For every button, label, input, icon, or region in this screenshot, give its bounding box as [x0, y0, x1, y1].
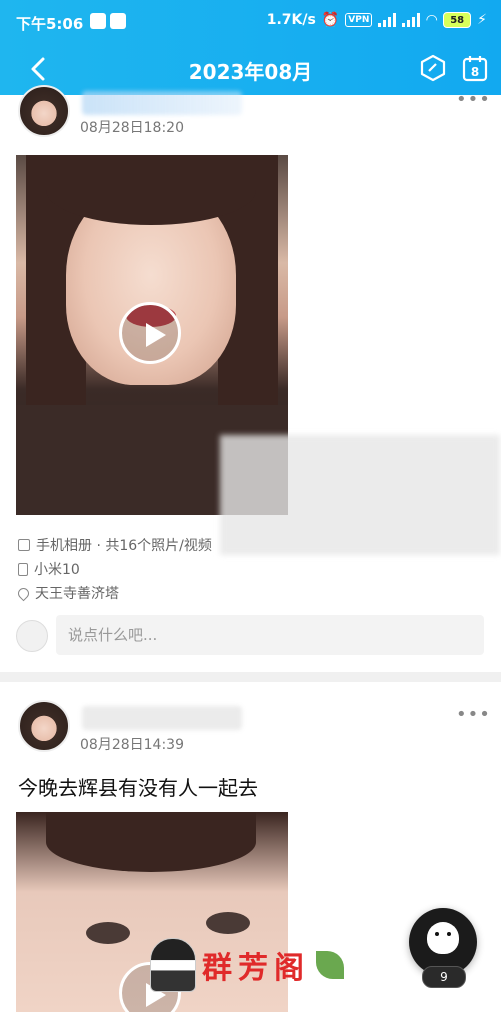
floating-badge: 9	[422, 966, 466, 988]
cube-icon[interactable]	[420, 54, 446, 82]
status-time: 下午5:06	[16, 15, 84, 33]
wifi-icon: ◠	[426, 12, 438, 28]
alarm-icon: ⏰	[321, 12, 340, 28]
watermark-logo: 群芳阁	[150, 938, 344, 992]
watermark-figure-icon	[150, 938, 196, 992]
phone-icon	[18, 562, 28, 576]
calendar-icon[interactable]: 8	[462, 54, 488, 82]
avatar[interactable]	[18, 85, 70, 137]
location-info[interactable]: 天王寺善济塔	[15, 583, 119, 603]
post-card: 08月28日18:20 ••• 手机相册 · 共16个照片/视频 小米10 天王…	[0, 85, 501, 670]
calendar-day: 8	[471, 65, 479, 79]
eye-left	[86, 922, 130, 944]
play-button[interactable]	[119, 302, 181, 364]
device-info: 小米10	[18, 559, 80, 579]
more-options-icon[interactable]: •••	[456, 89, 491, 110]
network-speed: 1.7K/s	[266, 12, 316, 28]
comment-avatar	[16, 620, 48, 652]
charging-icon: ⚡	[477, 12, 487, 28]
album-info[interactable]: 手机相册 · 共16个照片/视频	[18, 535, 212, 555]
album-icon	[18, 539, 30, 551]
notification-icons	[90, 13, 126, 29]
app-notification-icon	[110, 13, 126, 29]
device-text: 小米10	[34, 562, 80, 578]
signal-icon-2	[402, 13, 421, 27]
avatar[interactable]	[18, 700, 70, 752]
post-text: 今晚去辉县有没有人一起去	[18, 776, 258, 800]
more-options-icon[interactable]: •••	[456, 704, 491, 725]
eye-right	[206, 912, 250, 934]
username-blurred	[82, 706, 242, 730]
status-bar: 下午5:06 1.7K/s ⏰ VPN ◠ 58 ⚡	[0, 0, 501, 44]
comment-input[interactable]: 说点什么吧...	[56, 615, 484, 655]
blurred-area	[220, 435, 500, 555]
face-icon	[427, 922, 459, 954]
post-time: 08月28日18:20	[80, 120, 184, 136]
location-pin-icon	[15, 585, 32, 601]
notification-icon	[90, 13, 106, 29]
signal-icon	[378, 13, 397, 27]
section-divider	[0, 672, 501, 682]
status-right: 1.7K/s ⏰ VPN ◠ 58 ⚡	[267, 12, 487, 28]
top-bar: 下午5:06 1.7K/s ⏰ VPN ◠ 58 ⚡ 2023年08月 8	[0, 0, 501, 95]
watermark-text: 群芳阁	[202, 951, 310, 986]
watermark-leaf-icon	[316, 951, 344, 979]
post-time: 08月28日14:39	[80, 737, 184, 753]
username-blurred	[82, 91, 242, 115]
location-text: 天王寺善济塔	[35, 586, 119, 602]
vpn-badge: VPN	[345, 13, 373, 27]
battery-icon: 58	[443, 12, 472, 28]
album-text: 手机相册 · 共16个照片/视频	[36, 538, 212, 554]
nav-bar: 2023年08月 8	[0, 44, 501, 95]
